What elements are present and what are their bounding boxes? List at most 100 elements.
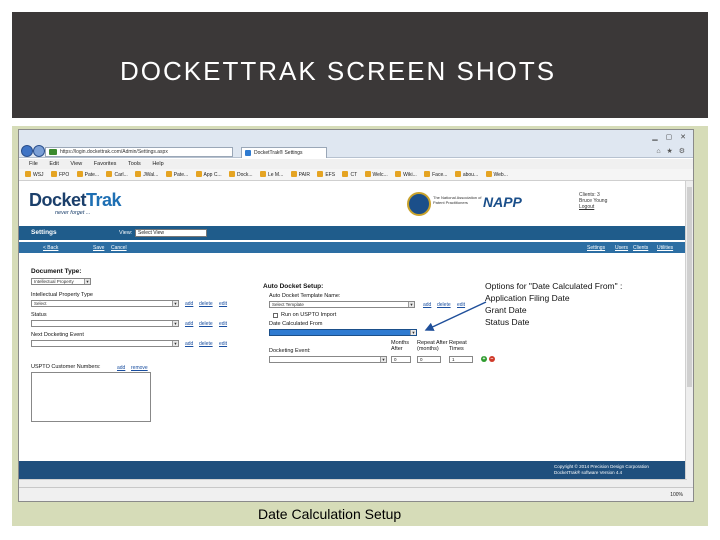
view-select[interactable]: Select View [135,229,207,237]
view-label: View: [119,230,133,236]
ip-type-edit-link[interactable]: edit [219,301,227,307]
callout-line: Status Date [485,317,530,327]
back-arrow-icon[interactable] [21,145,33,157]
favorite-icon [364,171,371,177]
favorite-item[interactable]: Pate... [76,169,99,180]
ip-type-select[interactable]: Select ▼ [31,300,179,307]
uspto-customer-list[interactable] [31,372,151,422]
favorite-icon [317,171,324,177]
home-star-gear-icon[interactable]: ⌂ ★ ⚙ [656,147,687,155]
document-type-select[interactable]: Intellectual Property ▼ [31,278,91,285]
favorite-item[interactable]: Face... [424,169,447,180]
favorite-icon [165,171,172,177]
date-calculated-from-label: Date Calculated From [269,321,323,327]
favorite-icon [485,171,492,177]
cancel-link[interactable]: Cancel [111,245,127,251]
remove-event-icon[interactable]: − [489,356,495,362]
uspto-remove-link[interactable]: remove [131,365,148,371]
status-add-link[interactable]: add [185,321,193,327]
window-controls[interactable]: ▁ ▢ ✕ [652,133,689,141]
favorite-item[interactable]: PAIR [290,169,310,180]
forward-arrow-icon[interactable] [33,145,45,157]
favorite-item[interactable]: Web... [485,169,508,180]
status-delete-link[interactable]: delete [199,321,213,327]
favorite-item[interactable]: Le M... [259,169,283,180]
next-event-edit-link[interactable]: edit [219,341,227,347]
logout-link[interactable]: Logout [579,204,607,210]
uspto-add-link[interactable]: add [117,365,125,371]
favorite-icon [395,171,402,177]
favorite-icon [229,171,235,177]
chevron-down-icon: ▼ [410,330,416,335]
document-type-label: Document Type: [31,268,82,275]
menu-bar: File Edit View Favorites Tools Help [19,159,693,169]
favorite-item[interactable]: Wiki... [395,169,417,180]
menu-tools[interactable]: Tools [128,159,141,169]
zoom-level[interactable]: 100% [670,492,683,498]
favorite-item[interactable]: Pate... [165,169,188,180]
add-event-icon[interactable]: + [481,356,487,362]
favorite-icon [195,171,202,177]
ip-type-add-link[interactable]: add [185,301,193,307]
menu-favorites[interactable]: Favorites [94,159,117,169]
favorite-item[interactable]: WSJ [25,169,44,180]
favorite-item[interactable]: Dock... [229,169,253,180]
chevron-down-icon: ▼ [408,302,414,307]
callout-line: Grant Date [485,305,527,315]
ip-type-delete-link[interactable]: delete [199,301,213,307]
vertical-scrollbar[interactable] [685,181,693,494]
favorite-icon [106,171,113,177]
run-on-import-checkbox[interactable] [273,313,278,318]
chevron-down-icon: ▼ [380,357,386,362]
nav-settings[interactable]: Settings [587,245,605,251]
docketing-event-select[interactable]: ▼ [269,356,387,363]
save-link[interactable]: Save [93,245,104,251]
address-url: https://login.dockettrak.com/Admin/Setti… [60,149,168,155]
favorite-icon [25,171,31,177]
menu-file[interactable]: File [29,159,38,169]
status-label: Status [31,312,47,318]
menu-help[interactable]: Help [152,159,163,169]
favorite-item[interactable]: EFS [317,169,335,180]
date-options-callout: Options for "Date Calculated From" : App… [485,280,665,328]
favorite-icon [290,171,297,177]
horizontal-scrollbar[interactable] [19,479,687,487]
favorite-item[interactable]: Welc... [364,169,388,180]
address-bar[interactable]: https://login.dockettrak.com/Admin/Setti… [45,147,233,157]
chevron-down-icon: ▼ [84,279,90,284]
menu-view[interactable]: View [70,159,82,169]
menu-edit[interactable]: Edit [49,159,58,169]
status-bar: 100% [19,487,693,501]
next-event-delete-link[interactable]: delete [199,341,213,347]
browser-tab[interactable]: DocketTrak® Settings [241,147,327,158]
repeat-times-input[interactable]: 1 [449,356,473,363]
nav-utilities[interactable]: Utilities [657,245,673,251]
status-select[interactable]: ▼ [31,320,179,327]
auto-docket-setup-label: Auto Docket Setup: [263,283,324,290]
next-event-add-link[interactable]: add [185,341,193,347]
favorite-item[interactable]: App C... [195,169,222,180]
browser-chrome: https://login.dockettrak.com/Admin/Setti… [19,130,693,158]
repeat-after-input[interactable]: 0 [417,356,441,363]
template-select[interactable]: Select Template ▼ [269,301,415,308]
scroll-thumb[interactable] [687,187,692,387]
favorite-icon [76,171,83,177]
favorite-item[interactable]: Carl... [106,169,128,180]
next-event-select[interactable]: ▼ [31,340,179,347]
nav-users[interactable]: Users [615,245,628,251]
tab-title: DocketTrak® Settings [254,150,303,156]
next-event-label: Next Docketing Event [31,332,84,338]
favorite-item[interactable]: JWal... [135,169,158,180]
status-edit-link[interactable]: edit [219,321,227,327]
favorite-item[interactable]: FPO [50,169,69,180]
back-link[interactable]: < Back [43,245,58,251]
favorite-icon [342,171,349,177]
lock-icon [49,149,57,155]
months-after-input[interactable]: 0 [391,356,411,363]
nav-clients[interactable]: Clients [633,245,648,251]
favorite-item[interactable]: abou... [454,169,478,180]
date-calculated-from-select[interactable]: ▼ [269,329,417,336]
favorite-item[interactable]: CT [342,169,357,180]
app-banner: DocketTrak never forget ... The National… [19,182,687,224]
uspto-customer-label: USPTO Customer Numbers: [31,364,101,370]
